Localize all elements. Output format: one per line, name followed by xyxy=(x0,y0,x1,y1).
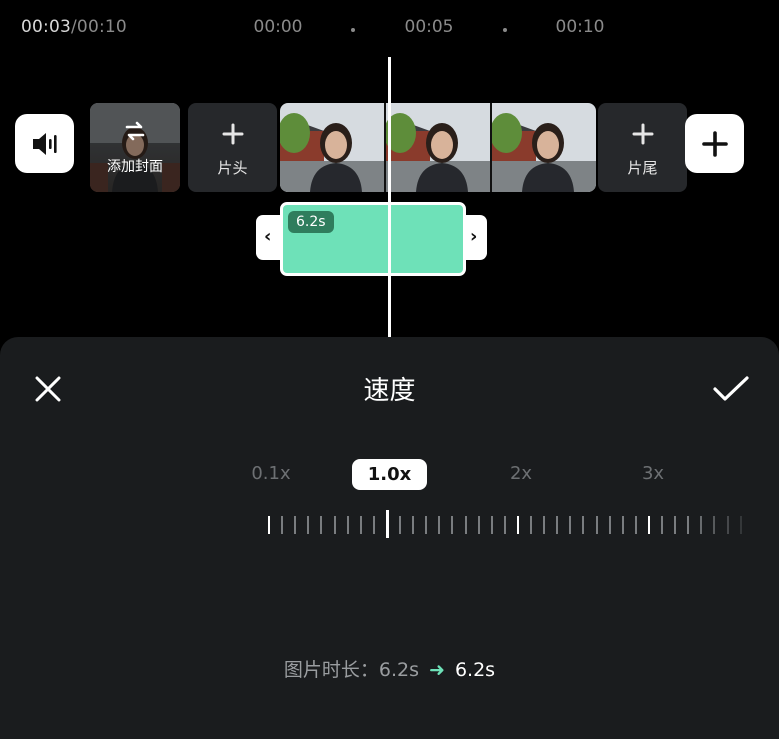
add-intro-button[interactable]: 片头 xyxy=(188,103,277,192)
speed-slider-tick xyxy=(399,516,401,534)
speed-slider-tick xyxy=(621,516,624,534)
plus-icon xyxy=(598,123,687,145)
playhead[interactable] xyxy=(388,57,391,337)
sheet-title: 速度 xyxy=(363,376,416,406)
speed-slider-tick xyxy=(726,516,729,534)
speed-sheet: 速度 0.1x 1.0x 2x 3x 图片时长：6.2s ➜ 6.2s xyxy=(0,337,779,739)
speed-slider-tick xyxy=(595,516,598,534)
duration-readout: 图片时长：6.2s ➜ 6.2s xyxy=(0,655,779,682)
speed-slider-tick xyxy=(700,516,703,534)
speed-slider-tick xyxy=(294,516,297,534)
speed-slider-tick xyxy=(516,516,519,534)
speed-slider-tick xyxy=(674,516,677,534)
arrow-right-icon: ➜ xyxy=(429,659,445,681)
speed-slider-tick xyxy=(451,516,454,534)
clip-frame xyxy=(492,103,596,192)
ruler-label-0: 00:00 xyxy=(253,17,303,37)
speed-slider[interactable] xyxy=(268,510,748,538)
total-time: /00:10 xyxy=(71,17,127,37)
speed-slider-tick xyxy=(739,516,742,534)
photo-clip-strip[interactable] xyxy=(280,103,596,192)
add-cover-button[interactable]: 添加封面 xyxy=(90,103,180,192)
duration-prefix: 图片时长： xyxy=(283,659,379,681)
speed-slider-tick xyxy=(438,516,441,534)
clip-frame xyxy=(386,103,492,192)
duration-to: 6.2s xyxy=(454,659,496,681)
check-icon xyxy=(713,376,749,401)
speed-slider-tick xyxy=(569,516,572,534)
clip-trim-handle-left[interactable]: ‹ xyxy=(256,215,282,260)
speed-slider-tick xyxy=(464,516,467,534)
speed-slider-tick xyxy=(647,516,650,534)
speed-slider-tick xyxy=(530,516,532,534)
outro-label: 片尾 xyxy=(627,159,658,177)
plus-icon xyxy=(188,123,277,145)
speed-slider-tick xyxy=(477,516,480,534)
speed-slider-tick xyxy=(346,516,349,534)
speed-slider-tick xyxy=(372,516,375,534)
current-time: 00:03 xyxy=(21,17,71,37)
add-media-button[interactable] xyxy=(685,114,744,173)
selected-clip[interactable]: 6.2s xyxy=(280,202,466,276)
speed-slider-indicator xyxy=(385,510,389,538)
speed-slider-tick xyxy=(543,516,546,534)
clip-frame xyxy=(280,103,386,192)
speed-option-0-1x[interactable]: 0.1x xyxy=(251,463,290,484)
speed-slider-tick xyxy=(268,516,270,534)
speed-slider-tick xyxy=(281,516,284,534)
speed-slider-tick xyxy=(661,516,663,534)
intro-label: 片头 xyxy=(217,159,248,177)
speed-option-2x[interactable]: 2x xyxy=(510,463,532,484)
ruler-label-5: 00:05 xyxy=(404,17,454,37)
add-outro-button[interactable]: 片尾 xyxy=(598,103,687,192)
speaker-icon xyxy=(32,132,57,155)
speed-slider-tick xyxy=(687,516,690,534)
speed-slider-tick xyxy=(320,516,323,534)
speed-current-value: 1.0x xyxy=(352,459,427,490)
current-time-readout: 00:03/00:10 xyxy=(21,17,127,37)
speed-option-3x[interactable]: 3x xyxy=(642,463,664,484)
mute-audio-button[interactable] xyxy=(15,114,74,173)
speed-slider-tick xyxy=(608,516,611,534)
plus-icon xyxy=(701,130,728,157)
ruler-dot xyxy=(503,28,507,32)
speed-slider-tick xyxy=(634,516,637,534)
speed-slider-tick xyxy=(307,516,310,534)
speed-slider-tick xyxy=(503,516,506,534)
speed-slider-tick xyxy=(490,516,493,534)
speed-slider-tick xyxy=(556,516,559,534)
chevron-right-icon: › xyxy=(470,226,478,247)
speed-slider-tick xyxy=(359,516,362,534)
speed-slider-tick xyxy=(582,516,585,534)
speed-slider-tick xyxy=(333,516,336,534)
speed-slider-tick xyxy=(412,516,415,534)
confirm-button[interactable] xyxy=(712,375,750,403)
add-cover-label: 添加封面 xyxy=(107,159,163,175)
speed-slider-tick xyxy=(425,516,428,534)
ruler-dot xyxy=(351,28,355,32)
duration-from: 6.2s xyxy=(378,659,420,681)
clip-duration-badge: 6.2s xyxy=(288,211,334,233)
speed-slider-tick xyxy=(713,516,716,534)
ruler-label-10: 00:10 xyxy=(555,17,605,37)
chevron-left-icon: ‹ xyxy=(264,226,272,247)
swap-icon xyxy=(90,119,180,147)
